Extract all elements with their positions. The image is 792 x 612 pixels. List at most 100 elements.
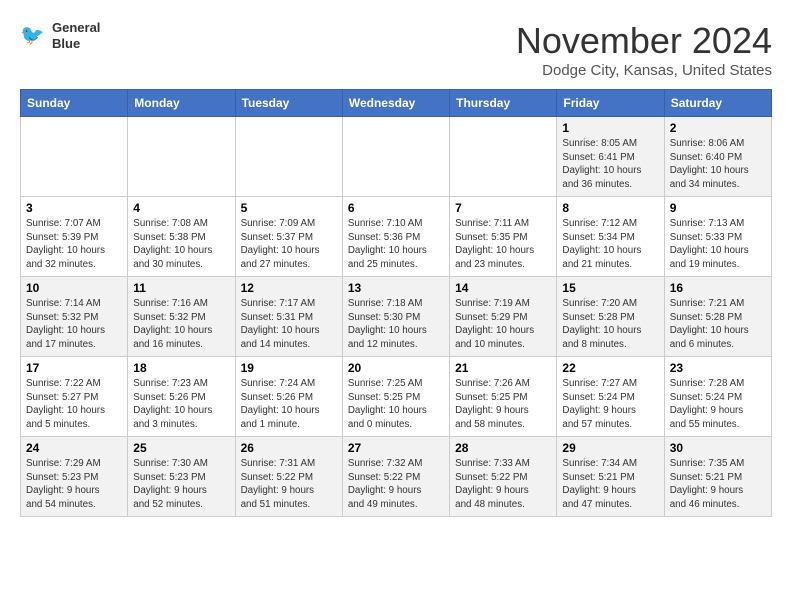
day-info: Sunrise: 7:11 AM Sunset: 5:35 PM Dayligh… bbox=[455, 217, 551, 272]
calendar-cell-week1-day5: 8 Sunrise: 7:12 AM Sunset: 5:34 PM Daylig… bbox=[557, 197, 664, 277]
day-number: 6 bbox=[348, 201, 444, 215]
day-number: 8 bbox=[562, 201, 658, 215]
logo-icon: 🐦 bbox=[20, 22, 48, 50]
calendar-cell-week1-day3: 6 Sunrise: 7:10 AM Sunset: 5:36 PM Daylig… bbox=[342, 197, 449, 277]
calendar-cell-week0-day2 bbox=[235, 117, 342, 197]
calendar-cell-week2-day3: 13 Sunrise: 7:18 AM Sunset: 5:30 PM Dayli… bbox=[342, 277, 449, 357]
day-info: Sunrise: 7:10 AM Sunset: 5:36 PM Dayligh… bbox=[348, 217, 444, 272]
day-number: 1 bbox=[562, 121, 658, 135]
logo: 🐦 General Blue bbox=[20, 20, 100, 51]
month-title: November 2024 bbox=[516, 20, 772, 62]
calendar-cell-week0-day5: 1 Sunrise: 8:05 AM Sunset: 6:41 PM Daylig… bbox=[557, 117, 664, 197]
weekday-header-thursday: Thursday bbox=[450, 90, 557, 117]
calendar-cell-week0-day3 bbox=[342, 117, 449, 197]
day-number: 2 bbox=[670, 121, 766, 135]
day-number: 26 bbox=[241, 441, 337, 455]
day-number: 12 bbox=[241, 281, 337, 295]
calendar-cell-week3-day0: 17 Sunrise: 7:22 AM Sunset: 5:27 PM Dayli… bbox=[21, 357, 128, 437]
calendar-cell-week4-day4: 28 Sunrise: 7:33 AM Sunset: 5:22 PM Dayli… bbox=[450, 437, 557, 517]
calendar-cell-week3-day2: 19 Sunrise: 7:24 AM Sunset: 5:26 PM Dayli… bbox=[235, 357, 342, 437]
day-info: Sunrise: 7:28 AM Sunset: 5:24 PM Dayligh… bbox=[670, 377, 766, 432]
calendar-cell-week2-day1: 11 Sunrise: 7:16 AM Sunset: 5:32 PM Dayli… bbox=[128, 277, 235, 357]
day-info: Sunrise: 7:07 AM Sunset: 5:39 PM Dayligh… bbox=[26, 217, 122, 272]
day-info: Sunrise: 7:24 AM Sunset: 5:26 PM Dayligh… bbox=[241, 377, 337, 432]
day-number: 18 bbox=[133, 361, 229, 375]
svg-text:🐦: 🐦 bbox=[20, 24, 44, 46]
calendar-cell-week1-day4: 7 Sunrise: 7:11 AM Sunset: 5:35 PM Daylig… bbox=[450, 197, 557, 277]
location: Dodge City, Kansas, United States bbox=[516, 62, 772, 79]
day-info: Sunrise: 7:29 AM Sunset: 5:23 PM Dayligh… bbox=[26, 457, 122, 512]
day-info: Sunrise: 8:05 AM Sunset: 6:41 PM Dayligh… bbox=[562, 137, 658, 192]
day-number: 3 bbox=[26, 201, 122, 215]
calendar-cell-week4-day5: 29 Sunrise: 7:34 AM Sunset: 5:21 PM Dayli… bbox=[557, 437, 664, 517]
day-number: 13 bbox=[348, 281, 444, 295]
calendar-cell-week2-day5: 15 Sunrise: 7:20 AM Sunset: 5:28 PM Dayli… bbox=[557, 277, 664, 357]
day-info: Sunrise: 7:33 AM Sunset: 5:22 PM Dayligh… bbox=[455, 457, 551, 512]
day-number: 16 bbox=[670, 281, 766, 295]
day-number: 24 bbox=[26, 441, 122, 455]
day-number: 29 bbox=[562, 441, 658, 455]
day-info: Sunrise: 7:32 AM Sunset: 5:22 PM Dayligh… bbox=[348, 457, 444, 512]
day-info: Sunrise: 7:16 AM Sunset: 5:32 PM Dayligh… bbox=[133, 297, 229, 352]
calendar-cell-week4-day0: 24 Sunrise: 7:29 AM Sunset: 5:23 PM Dayli… bbox=[21, 437, 128, 517]
calendar-cell-week3-day1: 18 Sunrise: 7:23 AM Sunset: 5:26 PM Dayli… bbox=[128, 357, 235, 437]
day-info: Sunrise: 7:18 AM Sunset: 5:30 PM Dayligh… bbox=[348, 297, 444, 352]
day-info: Sunrise: 7:08 AM Sunset: 5:38 PM Dayligh… bbox=[133, 217, 229, 272]
day-info: Sunrise: 7:25 AM Sunset: 5:25 PM Dayligh… bbox=[348, 377, 444, 432]
logo-text: General Blue bbox=[52, 20, 100, 51]
calendar-cell-week0-day0 bbox=[21, 117, 128, 197]
calendar-cell-week4-day1: 25 Sunrise: 7:30 AM Sunset: 5:23 PM Dayli… bbox=[128, 437, 235, 517]
day-number: 25 bbox=[133, 441, 229, 455]
calendar-cell-week1-day6: 9Sunrise: 7:13 AM Sunset: 5:33 PM Daylig… bbox=[664, 197, 771, 277]
day-info: Sunrise: 7:17 AM Sunset: 5:31 PM Dayligh… bbox=[241, 297, 337, 352]
day-number: 15 bbox=[562, 281, 658, 295]
calendar-cell-week3-day3: 20 Sunrise: 7:25 AM Sunset: 5:25 PM Dayli… bbox=[342, 357, 449, 437]
calendar-cell-week1-day1: 4 Sunrise: 7:08 AM Sunset: 5:38 PM Daylig… bbox=[128, 197, 235, 277]
day-number: 11 bbox=[133, 281, 229, 295]
day-info: Sunrise: 7:12 AM Sunset: 5:34 PM Dayligh… bbox=[562, 217, 658, 272]
day-info: Sunrise: 7:23 AM Sunset: 5:26 PM Dayligh… bbox=[133, 377, 229, 432]
day-number: 4 bbox=[133, 201, 229, 215]
calendar-cell-week2-day4: 14 Sunrise: 7:19 AM Sunset: 5:29 PM Dayli… bbox=[450, 277, 557, 357]
calendar-cell-week3-day6: 23Sunrise: 7:28 AM Sunset: 5:24 PM Dayli… bbox=[664, 357, 771, 437]
day-info: Sunrise: 7:19 AM Sunset: 5:29 PM Dayligh… bbox=[455, 297, 551, 352]
day-number: 14 bbox=[455, 281, 551, 295]
day-info: Sunrise: 7:09 AM Sunset: 5:37 PM Dayligh… bbox=[241, 217, 337, 272]
day-number: 30 bbox=[670, 441, 766, 455]
calendar-cell-week1-day0: 3 Sunrise: 7:07 AM Sunset: 5:39 PM Daylig… bbox=[21, 197, 128, 277]
weekday-header-sunday: Sunday bbox=[21, 90, 128, 117]
day-info: Sunrise: 7:34 AM Sunset: 5:21 PM Dayligh… bbox=[562, 457, 658, 512]
day-number: 22 bbox=[562, 361, 658, 375]
day-number: 27 bbox=[348, 441, 444, 455]
calendar-cell-week0-day4 bbox=[450, 117, 557, 197]
calendar-cell-week4-day2: 26 Sunrise: 7:31 AM Sunset: 5:22 PM Dayli… bbox=[235, 437, 342, 517]
calendar-table: SundayMondayTuesdayWednesdayThursdayFrid… bbox=[20, 89, 772, 517]
calendar-cell-week4-day3: 27 Sunrise: 7:32 AM Sunset: 5:22 PM Dayli… bbox=[342, 437, 449, 517]
calendar-cell-week2-day0: 10Sunrise: 7:14 AM Sunset: 5:32 PM Dayli… bbox=[21, 277, 128, 357]
day-info: Sunrise: 7:30 AM Sunset: 5:23 PM Dayligh… bbox=[133, 457, 229, 512]
day-number: 17 bbox=[26, 361, 122, 375]
day-info: Sunrise: 7:21 AM Sunset: 5:28 PM Dayligh… bbox=[670, 297, 766, 352]
calendar-cell-week1-day2: 5 Sunrise: 7:09 AM Sunset: 5:37 PM Daylig… bbox=[235, 197, 342, 277]
day-number: 19 bbox=[241, 361, 337, 375]
day-info: Sunrise: 7:22 AM Sunset: 5:27 PM Dayligh… bbox=[26, 377, 122, 432]
day-info: Sunrise: 7:35 AM Sunset: 5:21 PM Dayligh… bbox=[670, 457, 766, 512]
day-info: Sunrise: 7:27 AM Sunset: 5:24 PM Dayligh… bbox=[562, 377, 658, 432]
day-number: 20 bbox=[348, 361, 444, 375]
day-number: 5 bbox=[241, 201, 337, 215]
calendar-cell-week3-day5: 22 Sunrise: 7:27 AM Sunset: 5:24 PM Dayli… bbox=[557, 357, 664, 437]
calendar-cell-week3-day4: 21 Sunrise: 7:26 AM Sunset: 5:25 PM Dayli… bbox=[450, 357, 557, 437]
day-number: 21 bbox=[455, 361, 551, 375]
day-info: Sunrise: 7:26 AM Sunset: 5:25 PM Dayligh… bbox=[455, 377, 551, 432]
day-info: Sunrise: 8:06 AM Sunset: 6:40 PM Dayligh… bbox=[670, 137, 766, 192]
calendar-cell-week2-day6: 16 Sunrise: 7:21 AM Sunset: 5:28 PM Dayli… bbox=[664, 277, 771, 357]
day-number: 7 bbox=[455, 201, 551, 215]
day-number: 28 bbox=[455, 441, 551, 455]
day-info: Sunrise: 7:20 AM Sunset: 5:28 PM Dayligh… bbox=[562, 297, 658, 352]
weekday-header-friday: Friday bbox=[557, 90, 664, 117]
calendar-cell-week0-day1 bbox=[128, 117, 235, 197]
day-info: Sunrise: 7:13 AM Sunset: 5:33 PM Dayligh… bbox=[670, 217, 766, 272]
calendar-cell-week0-day6: 2 Sunrise: 8:06 AM Sunset: 6:40 PM Daylig… bbox=[664, 117, 771, 197]
day-number: 10 bbox=[26, 281, 122, 295]
day-info: Sunrise: 7:31 AM Sunset: 5:22 PM Dayligh… bbox=[241, 457, 337, 512]
